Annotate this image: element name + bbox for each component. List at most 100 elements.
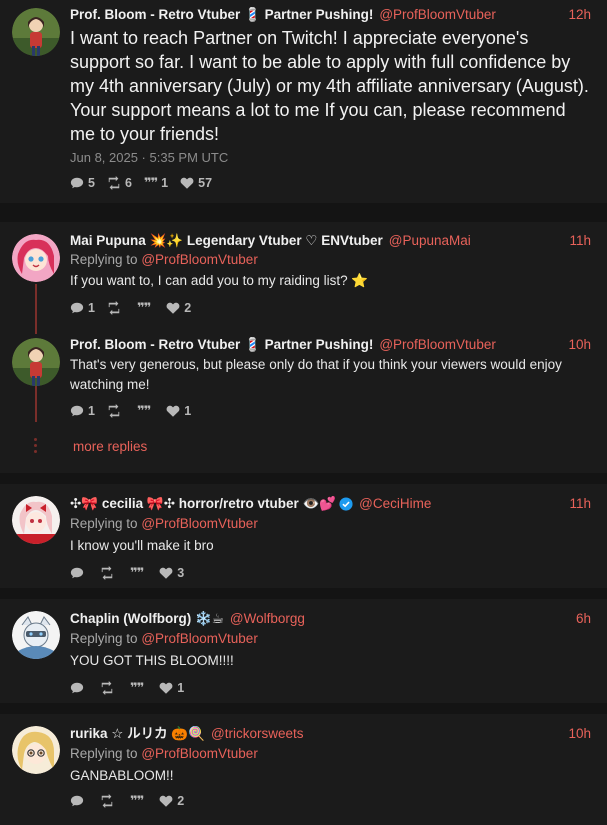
more-replies-link[interactable]: more replies xyxy=(73,439,147,454)
reply-button[interactable] xyxy=(70,681,88,695)
avatar[interactable] xyxy=(12,496,60,544)
replying-to-label: Replying to xyxy=(70,252,138,267)
replying-to-handle[interactable]: @ProfBloomVtuber xyxy=(141,516,258,531)
post-header: Prof. Bloom - Retro Vtuber 💈 Partner Pus… xyxy=(70,6,591,24)
author-handle[interactable]: @ProfBloomVtuber xyxy=(379,336,496,354)
reply-button[interactable] xyxy=(70,794,88,808)
reply-button[interactable]: 5 xyxy=(70,176,95,190)
avatar[interactable] xyxy=(12,726,60,774)
replying-to: Replying to @ProfBloomVtuber xyxy=(70,630,258,648)
repost-button[interactable] xyxy=(107,301,125,315)
heart-icon xyxy=(159,795,173,807)
repost-button[interactable] xyxy=(100,681,118,695)
replying-to: Replying to @ProfBloomVtuber xyxy=(70,515,258,533)
reply-time[interactable]: 10h xyxy=(568,336,591,354)
author-name[interactable]: Prof. Bloom - Retro Vtuber 💈 Partner Pus… xyxy=(70,336,373,354)
author-name[interactable]: Mai Pupuna 💥✨ Legendary Vtuber ♡ ENVtube… xyxy=(70,232,383,250)
reply-text: If you want to, I can add you to my raid… xyxy=(70,273,369,288)
reply-header: rurika ☆ ルリカ 🎃🍭 @trickorsweets 10h xyxy=(70,725,591,743)
author-name[interactable]: rurika ☆ ルリカ 🎃🍭 xyxy=(70,725,205,743)
quote-icon: ❞❞ xyxy=(136,403,151,418)
author-handle[interactable]: @trickorsweets xyxy=(211,725,303,743)
author-name[interactable]: ✣🎀 cecilia 🎀✣ horror/retro vtuber 👁️💕 xyxy=(70,495,336,513)
quote-button[interactable]: ❞❞ 1 xyxy=(144,175,168,191)
replying-to: Replying to @ProfBloomVtuber xyxy=(70,251,258,269)
replying-to-label: Replying to xyxy=(70,631,138,646)
author-handle[interactable]: @Wolfborgg xyxy=(230,610,305,628)
author-handle[interactable]: @ProfBloomVtuber xyxy=(379,6,496,24)
author-name[interactable]: Prof. Bloom - Retro Vtuber 💈 Partner Pus… xyxy=(70,6,373,24)
repost-button[interactable] xyxy=(100,566,118,580)
quote-button[interactable]: ❞❞ xyxy=(130,793,147,809)
retweet-icon xyxy=(101,794,113,808)
like-count: 1 xyxy=(177,681,185,695)
reply-stats: ❞❞ 1 xyxy=(70,680,196,696)
reply-card: ✣🎀 cecilia 🎀✣ horror/retro vtuber 👁️💕 @C… xyxy=(0,484,607,588)
author-handle[interactable]: @PupunaMai xyxy=(389,232,471,250)
reply-text: I know you'll make it bro xyxy=(70,538,214,553)
comment-icon xyxy=(70,302,84,314)
retweet-icon xyxy=(108,404,120,418)
like-button[interactable]: 2 xyxy=(159,794,184,808)
like-button[interactable]: 3 xyxy=(159,566,184,580)
verified-badge-icon xyxy=(339,497,353,511)
reply-button[interactable] xyxy=(70,566,88,580)
retweet-icon xyxy=(108,176,120,190)
post-date[interactable]: Jun 8, 2025 · 5:35 PM UTC xyxy=(70,150,228,165)
quote-icon: ❞❞ xyxy=(130,793,144,808)
comment-icon xyxy=(70,567,84,579)
post-text: I want to reach Partner on Twitch! I app… xyxy=(70,28,589,144)
post-time[interactable]: 12h xyxy=(568,6,591,24)
repost-button[interactable] xyxy=(107,404,125,418)
reply-card: Chaplin (Wolfborg) ❄️☕ @Wolfborgg 6h Rep… xyxy=(0,599,607,703)
like-button[interactable]: 1 xyxy=(159,681,184,695)
reply-time[interactable]: 11h xyxy=(569,232,591,250)
quote-icon: ❞❞ xyxy=(130,565,144,580)
replying-to-handle[interactable]: @ProfBloomVtuber xyxy=(141,746,258,761)
reply-text: That's very generous, but please only do… xyxy=(70,357,562,392)
repost-button[interactable]: 6 xyxy=(107,176,132,190)
reply-card: rurika ☆ ルリカ 🎃🍭 @trickorsweets 10h Reply… xyxy=(0,714,607,825)
avatar[interactable] xyxy=(12,8,60,56)
like-button[interactable]: 2 xyxy=(166,301,191,315)
like-button[interactable]: 57 xyxy=(180,176,212,190)
thread-line xyxy=(35,384,37,422)
comment-icon xyxy=(70,177,84,189)
reply-stats: ❞❞ 3 xyxy=(70,565,196,581)
reply-time[interactable]: 10h xyxy=(568,725,591,743)
replying-to-label: Replying to xyxy=(70,746,138,761)
reply-time[interactable]: 6h xyxy=(576,610,591,628)
reply-button[interactable]: 1 xyxy=(70,301,95,315)
reply-button[interactable]: 1 xyxy=(70,404,95,418)
main-post-card: Prof. Bloom - Retro Vtuber 💈 Partner Pus… xyxy=(0,0,607,203)
replying-to-handle[interactable]: @ProfBloomVtuber xyxy=(141,252,258,267)
avatar[interactable] xyxy=(12,338,60,386)
thread-card: Mai Pupuna 💥✨ Legendary Vtuber ♡ ENVtube… xyxy=(0,222,607,473)
like-button[interactable]: 1 xyxy=(166,404,191,418)
avatar[interactable] xyxy=(12,611,60,659)
quote-icon: ❞❞ xyxy=(130,680,144,695)
heart-icon xyxy=(166,405,180,417)
reply-stats: ❞❞ 2 xyxy=(70,793,196,809)
quote-button[interactable]: ❞❞ xyxy=(130,680,147,696)
author-name[interactable]: Chaplin (Wolfborg) ❄️☕ xyxy=(70,610,224,628)
heart-icon xyxy=(180,177,194,189)
avatar[interactable] xyxy=(12,234,60,282)
reply-count: 1 xyxy=(88,404,95,418)
like-count: 1 xyxy=(184,404,192,418)
quote-button[interactable]: ❞❞ xyxy=(130,565,147,581)
replying-to-handle[interactable]: @ProfBloomVtuber xyxy=(141,631,258,646)
repost-count: 6 xyxy=(124,176,132,190)
repost-button[interactable] xyxy=(100,794,118,808)
quote-button[interactable]: ❞❞ xyxy=(137,300,154,316)
quote-icon: ❞❞ xyxy=(143,175,158,190)
retweet-icon xyxy=(101,566,113,580)
retweet-icon xyxy=(108,301,120,315)
heart-icon xyxy=(159,567,173,579)
quote-count: 1 xyxy=(161,176,169,190)
author-handle[interactable]: @CeciHime xyxy=(359,495,431,513)
replying-to: Replying to @ProfBloomVtuber xyxy=(70,745,258,763)
reply-time[interactable]: 11h xyxy=(569,495,591,513)
quote-button[interactable]: ❞❞ xyxy=(137,403,154,419)
reply-text: YOU GOT THIS BLOOM!!!! xyxy=(70,653,234,668)
